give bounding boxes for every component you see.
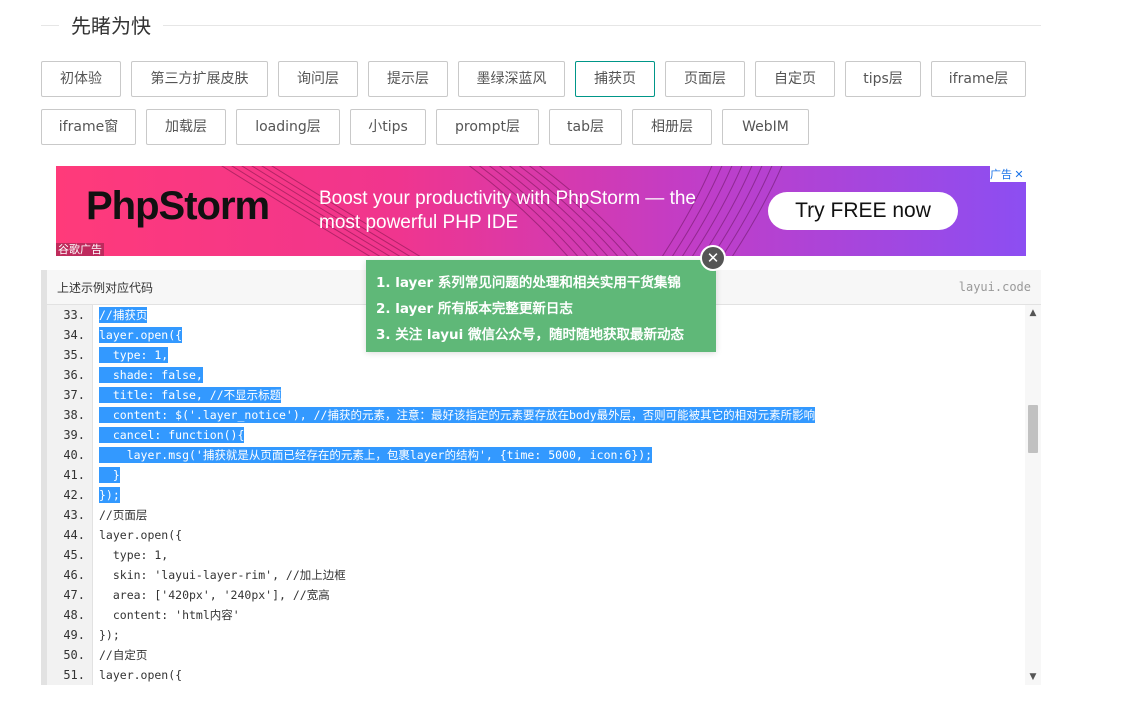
- section-divider: [41, 25, 1041, 26]
- demo-button-message-layer[interactable]: 提示层: [368, 61, 448, 97]
- code-line: 41. }: [47, 465, 1025, 485]
- demo-button-tips-layer[interactable]: tips层: [845, 61, 921, 97]
- code-line: 37. title: false, //不显示标题: [47, 385, 1025, 405]
- demo-button-prompt-layer[interactable]: prompt层: [436, 109, 539, 145]
- code-text: layer.open({: [99, 668, 183, 682]
- code-block-body[interactable]: 33. //捕获页 34. layer.open({ 35. type: 1, 36. s…: [47, 305, 1041, 685]
- code-text: });: [99, 628, 120, 642]
- code-block-copyright: layui.code: [958, 280, 1031, 294]
- code-text: layer.open({: [99, 327, 183, 343]
- demo-button-molv-theme[interactable]: 墨绿深蓝风: [458, 61, 565, 97]
- code-text: layer.msg('捕获就是从页面已经存在的元素上，包裹layer的结构', …: [99, 447, 653, 463]
- code-line: 44. layer.open({: [47, 525, 1025, 545]
- scroll-up-icon[interactable]: ▲: [1025, 305, 1041, 321]
- demo-button-iframe-window[interactable]: iframe窗: [41, 109, 136, 145]
- line-number: 48.: [63, 608, 85, 622]
- code-text: content: 'html内容': [99, 608, 240, 622]
- demo-button-tab-layer[interactable]: tab层: [549, 109, 622, 145]
- line-number: 46.: [63, 568, 85, 582]
- ad-banner[interactable]: PhpStorm Boost your productivity with Ph…: [56, 166, 1026, 256]
- scrollbar-thumb[interactable]: [1028, 405, 1038, 453]
- demo-button-third-party-skin[interactable]: 第三方扩展皮肤: [131, 61, 268, 97]
- code-block-title: 上述示例对应代码: [57, 281, 154, 295]
- close-icon[interactable]: ✕: [700, 245, 726, 271]
- line-number: 38.: [63, 408, 85, 422]
- line-number: 37.: [63, 388, 85, 402]
- code-text: shade: false,: [99, 367, 203, 383]
- line-number: 40.: [63, 448, 85, 462]
- code-text: type: 1,: [99, 347, 169, 363]
- demo-button-loading-layer-cn[interactable]: 加载层: [146, 109, 226, 145]
- demo-button-loading-layer[interactable]: loading层: [236, 109, 340, 145]
- section-title: 先睹为快: [59, 12, 163, 40]
- code-line: 49.});: [47, 625, 1025, 645]
- code-line: 36. shade: false,: [47, 365, 1025, 385]
- code-line: 51. layer.open({: [47, 665, 1025, 685]
- line-number: 35.: [63, 348, 85, 362]
- line-number: 45.: [63, 548, 85, 562]
- line-number: 34.: [63, 328, 85, 342]
- demo-button-webim[interactable]: WebIM: [722, 109, 809, 145]
- demo-button-iframe-layer[interactable]: iframe层: [931, 61, 1026, 97]
- line-number: 42.: [63, 488, 85, 502]
- notice-item[interactable]: 2. layer 所有版本完整更新日志: [376, 296, 706, 322]
- demo-button-first-experience[interactable]: 初体验: [41, 61, 121, 97]
- demo-button-custom-page[interactable]: 自定页: [755, 61, 835, 97]
- notice-item[interactable]: 3. 关注 layui 微信公众号，随时随地获取最新动态: [376, 322, 706, 348]
- line-number: 51.: [63, 668, 85, 682]
- code-text: //自定页: [99, 648, 148, 662]
- line-number: 49.: [63, 628, 85, 642]
- ad-brand: PhpStorm: [86, 184, 270, 228]
- code-text: }: [99, 467, 120, 483]
- line-number: 36.: [63, 368, 85, 382]
- line-number: 47.: [63, 588, 85, 602]
- demo-button-page-layer[interactable]: 页面层: [665, 61, 745, 97]
- layer-notice-popup: 1. layer 系列常见问题的处理和相关实用干货集锦 2. layer 所有版…: [366, 245, 726, 352]
- code-text: layer.open({: [99, 528, 183, 542]
- code-text: area: ['420px', '240px'], //宽高: [99, 588, 330, 602]
- ad-choices-label[interactable]: 广告: [990, 166, 1012, 182]
- notice-item[interactable]: 1. layer 系列常见问题的处理和相关实用干货集锦: [376, 270, 706, 296]
- code-text: cancel: function(){: [99, 427, 245, 443]
- demo-button-capture-page[interactable]: 捕获页: [575, 61, 655, 97]
- code-line: 39. cancel: function(){: [47, 425, 1025, 445]
- code-line: 46. skin: 'layui-layer-rim', //加上边框: [47, 565, 1025, 585]
- code-line: 42.});: [47, 485, 1025, 505]
- line-number: 33.: [63, 308, 85, 322]
- line-number: 43.: [63, 508, 85, 522]
- line-number: 41.: [63, 468, 85, 482]
- ad-cta-button[interactable]: Try FREE now: [768, 192, 958, 230]
- ad-choices[interactable]: 广告 ✕: [990, 166, 1026, 182]
- code-line: 45. type: 1,: [47, 545, 1025, 565]
- code-text: type: 1,: [99, 548, 169, 562]
- code-line: 38. content: $('.layer_notice'), //捕获的元素…: [47, 405, 1025, 425]
- section-header: 先睹为快: [41, 12, 1041, 42]
- code-lines: 33. //捕获页 34. layer.open({ 35. type: 1, 36. s…: [47, 305, 1025, 685]
- line-number: 50.: [63, 648, 85, 662]
- code-line: 40. layer.msg('捕获就是从页面已经存在的元素上，包裹layer的结…: [47, 445, 1025, 465]
- ad-label: 谷歌广告: [56, 243, 104, 256]
- ad-tagline: Boost your productivity with PhpStorm — …: [319, 188, 696, 233]
- scroll-down-icon[interactable]: ▼: [1025, 669, 1041, 685]
- code-line: 48. content: 'html内容': [47, 605, 1025, 625]
- code-text: skin: 'layui-layer-rim', //加上边框: [99, 568, 346, 582]
- code-text: title: false, //不显示标题: [99, 387, 282, 403]
- demo-button-photos-layer[interactable]: 相册层: [632, 109, 712, 145]
- code-line: 43. //页面层: [47, 505, 1025, 525]
- code-text: //页面层: [99, 508, 148, 522]
- code-text: content: $('.layer_notice'), //捕获的元素，注意：…: [99, 407, 816, 423]
- code-line: 47. area: ['420px', '240px'], //宽高: [47, 585, 1025, 605]
- demo-button-confirm-layer[interactable]: 询问层: [278, 61, 358, 97]
- code-text: //捕获页: [99, 307, 148, 323]
- code-scrollbar[interactable]: ▲ ▼: [1025, 305, 1041, 685]
- demo-button-small-tips[interactable]: 小tips: [350, 109, 426, 145]
- notice-list: 1. layer 系列常见问题的处理和相关实用干货集锦 2. layer 所有版…: [366, 260, 716, 348]
- line-number: 44.: [63, 528, 85, 542]
- code-text: });: [99, 487, 120, 503]
- ad-close-icon[interactable]: ✕: [1012, 168, 1026, 181]
- line-number: 39.: [63, 428, 85, 442]
- code-line: 50. //自定页: [47, 645, 1025, 665]
